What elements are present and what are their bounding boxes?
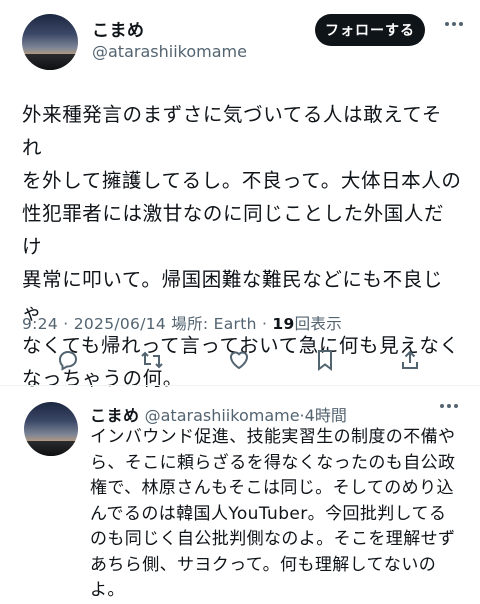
user-handle[interactable]: @atarashiikomame xyxy=(92,42,247,61)
reply-header: こまめ @atarashiikomame·4時間 xyxy=(90,406,347,425)
tweet-meta: 9:24 · 2025/06/14 場所: Earth · 19回表示 xyxy=(22,315,342,333)
reply-icon[interactable] xyxy=(56,348,84,376)
avatar[interactable] xyxy=(24,402,78,456)
views-label[interactable]: 回表示 xyxy=(295,315,342,333)
tweet-date[interactable]: 2025/06/14 xyxy=(74,315,166,333)
more-icon[interactable] xyxy=(445,22,463,26)
reply-text: インバウンド促進、技能実習生の制度の不備や ら、そこに頼らざるを得なくなったのも… xyxy=(90,427,456,600)
tweet-time[interactable]: 9:24 xyxy=(22,315,58,333)
more-icon[interactable] xyxy=(440,404,458,408)
share-icon[interactable] xyxy=(398,348,426,376)
retweet-icon[interactable] xyxy=(140,348,168,376)
tweet-location: 場所: Earth xyxy=(171,315,257,333)
divider xyxy=(0,385,480,386)
reply-display-name[interactable]: こまめ xyxy=(90,406,140,425)
display-name[interactable]: こまめ xyxy=(92,16,145,41)
follow-button[interactable]: フォローする xyxy=(315,14,425,46)
avatar[interactable] xyxy=(22,14,78,70)
views-count[interactable]: 19 xyxy=(272,315,294,333)
reply-handle[interactable]: @atarashiikomame xyxy=(145,406,300,425)
like-icon[interactable] xyxy=(227,348,255,376)
reply-age[interactable]: 4時間 xyxy=(305,406,347,425)
bookmark-icon[interactable] xyxy=(313,348,341,376)
